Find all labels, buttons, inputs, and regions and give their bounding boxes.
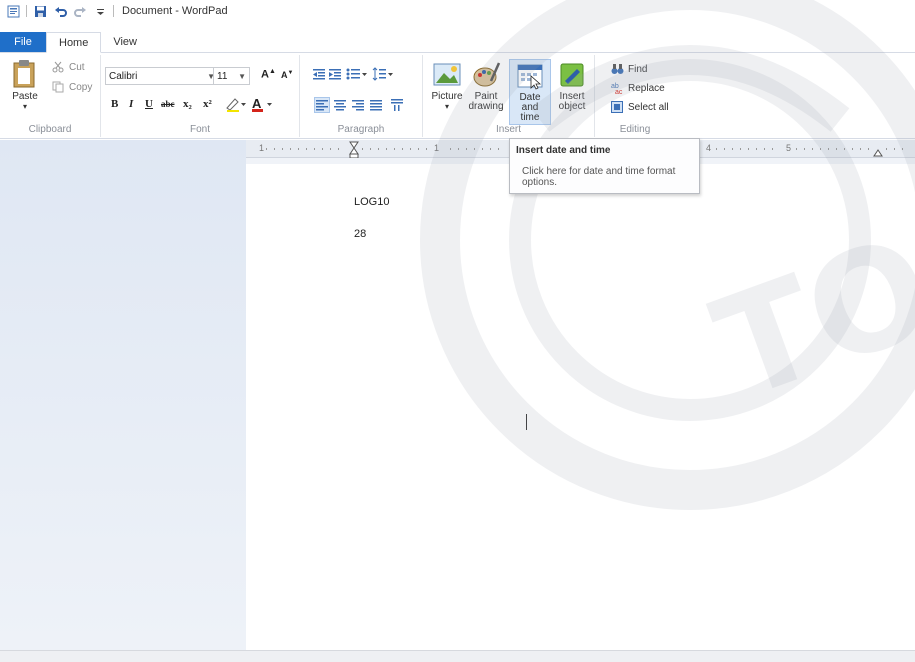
tab-home[interactable]: Home: [46, 32, 102, 53]
replace-button[interactable]: ab ac Replace: [611, 82, 665, 97]
paragraph-settings-icon[interactable]: [390, 98, 404, 115]
italic-button[interactable]: I: [129, 98, 133, 110]
paint-brush-icon: [471, 61, 501, 92]
font-family-select[interactable]: Calibri ▼: [105, 67, 219, 85]
document-line: 28: [354, 228, 367, 240]
find-label: Find: [628, 63, 648, 75]
select-all-button[interactable]: Select all: [611, 101, 669, 113]
ruler-mark: 4: [706, 143, 712, 153]
left-margin-area: [0, 140, 246, 650]
font-color-icon[interactable]: A: [251, 96, 275, 115]
align-center-icon[interactable]: [334, 99, 346, 114]
date-time-label-line1: Date and: [519, 92, 541, 113]
date-and-time-button[interactable]: Date and time: [509, 59, 551, 125]
select-all-icon: [611, 101, 625, 113]
replace-label: Replace: [628, 82, 665, 94]
ruler-mark: 1: [434, 143, 440, 153]
line-spacing-icon[interactable]: [372, 67, 394, 84]
undo-icon[interactable]: [53, 4, 67, 18]
workspace: 1 1 4 5 LOG10 28: [0, 140, 915, 650]
tab-file[interactable]: File: [0, 32, 46, 52]
svg-text:ac: ac: [615, 89, 623, 94]
subscript-button[interactable]: x₂: [183, 98, 192, 110]
chevron-down-icon: ▾: [22, 102, 27, 111]
bullet-list-icon[interactable]: [346, 67, 368, 84]
select-all-label: Select all: [628, 101, 669, 113]
chevron-down-icon: ▼: [238, 72, 246, 81]
font-size-value: 11: [217, 70, 228, 82]
insert-group: Picture ▾ Paint drawing Date and time In…: [423, 55, 595, 137]
title-bar: Document - WordPad: [0, 0, 915, 22]
separator: [26, 5, 27, 17]
grow-font-button[interactable]: A▲: [261, 68, 276, 81]
paragraph-group-label: Paragraph: [337, 124, 385, 135]
insert-object-label-line2: object: [558, 101, 586, 112]
justify-icon[interactable]: [370, 99, 382, 114]
binoculars-icon: [611, 63, 625, 75]
cut-label: Cut: [69, 61, 85, 73]
ruler-mark: 5: [786, 143, 792, 153]
font-group-label: Font: [189, 124, 210, 135]
increase-indent-icon[interactable]: [328, 67, 342, 84]
save-icon[interactable]: [33, 4, 47, 18]
decrease-indent-icon[interactable]: [312, 67, 326, 84]
superscript-button[interactable]: x²: [203, 98, 212, 110]
calendar-icon: [515, 62, 545, 93]
paste-icon: [11, 59, 39, 92]
scissors-icon: [52, 61, 66, 73]
tooltip-title: Insert date and time: [516, 145, 611, 156]
picture-icon: [432, 61, 462, 92]
window-title: Document - WordPad: [122, 5, 228, 17]
chevron-down-icon: ▾: [444, 102, 449, 111]
shrink-font-button[interactable]: A▼: [281, 70, 293, 80]
align-left-icon[interactable]: [314, 97, 330, 113]
tab-view[interactable]: View: [101, 32, 149, 52]
picture-label: Picture: [431, 91, 463, 102]
find-button[interactable]: Find: [611, 63, 647, 75]
highlight-color-icon[interactable]: [225, 96, 247, 115]
wordpad-app-icon[interactable]: [6, 4, 20, 18]
editing-group: Find ab ac Replace Select all Editing: [595, 55, 675, 137]
font-size-select[interactable]: 11 ▼: [213, 67, 250, 85]
date-time-label-line2: time: [520, 112, 540, 123]
picture-button[interactable]: Picture ▾: [427, 61, 467, 112]
paint-drawing-button[interactable]: Paint drawing: [467, 61, 505, 112]
document-page[interactable]: LOG10 28: [246, 164, 915, 650]
document-line: LOG10: [354, 196, 390, 208]
tooltip-body: Click here for date and time format opti…: [522, 166, 676, 188]
object-icon: [557, 61, 587, 92]
date-time-tooltip: Insert date and time Click here for date…: [509, 138, 700, 194]
ribbon-tabs: File Home View: [0, 32, 915, 53]
replace-icon: ab ac: [611, 82, 625, 96]
align-right-icon[interactable]: [352, 99, 364, 114]
bold-button[interactable]: B: [111, 98, 118, 110]
redo-icon[interactable]: [73, 4, 87, 18]
copy-button[interactable]: Copy: [52, 81, 92, 93]
insert-group-label: Insert: [495, 124, 521, 135]
editing-group-label: Editing: [619, 124, 651, 135]
copy-icon: [52, 81, 66, 93]
strikethrough-button[interactable]: abc: [161, 99, 175, 109]
paste-button[interactable]: Paste ▾: [8, 59, 42, 112]
cut-button[interactable]: Cut: [52, 61, 85, 73]
paste-label: Paste: [12, 91, 38, 102]
clipboard-group-label: Clipboard: [28, 124, 72, 135]
customize-quick-access-icon[interactable]: [93, 4, 107, 18]
text-cursor: [526, 414, 527, 430]
insert-object-button[interactable]: Insert object: [553, 61, 591, 112]
status-bar: [0, 650, 915, 662]
underline-button[interactable]: U: [145, 98, 153, 110]
clipboard-group: Paste ▾ Cut Copy Clipboard: [0, 55, 101, 137]
ruler-mark: 1: [259, 143, 265, 153]
ribbon: Paste ▾ Cut Copy Clipboard Calibri ▼ 11 …: [0, 53, 915, 139]
font-family-value: Calibri: [109, 70, 138, 82]
paragraph-group: Paragraph: [300, 55, 423, 137]
svg-text:A: A: [252, 96, 262, 111]
separator: [113, 5, 114, 17]
font-group: Calibri ▼ 11 ▼ A▲ A▼ B I U abc x₂ x² A F…: [101, 55, 300, 137]
paint-label-line2: drawing: [468, 101, 504, 112]
copy-label: Copy: [69, 81, 93, 93]
